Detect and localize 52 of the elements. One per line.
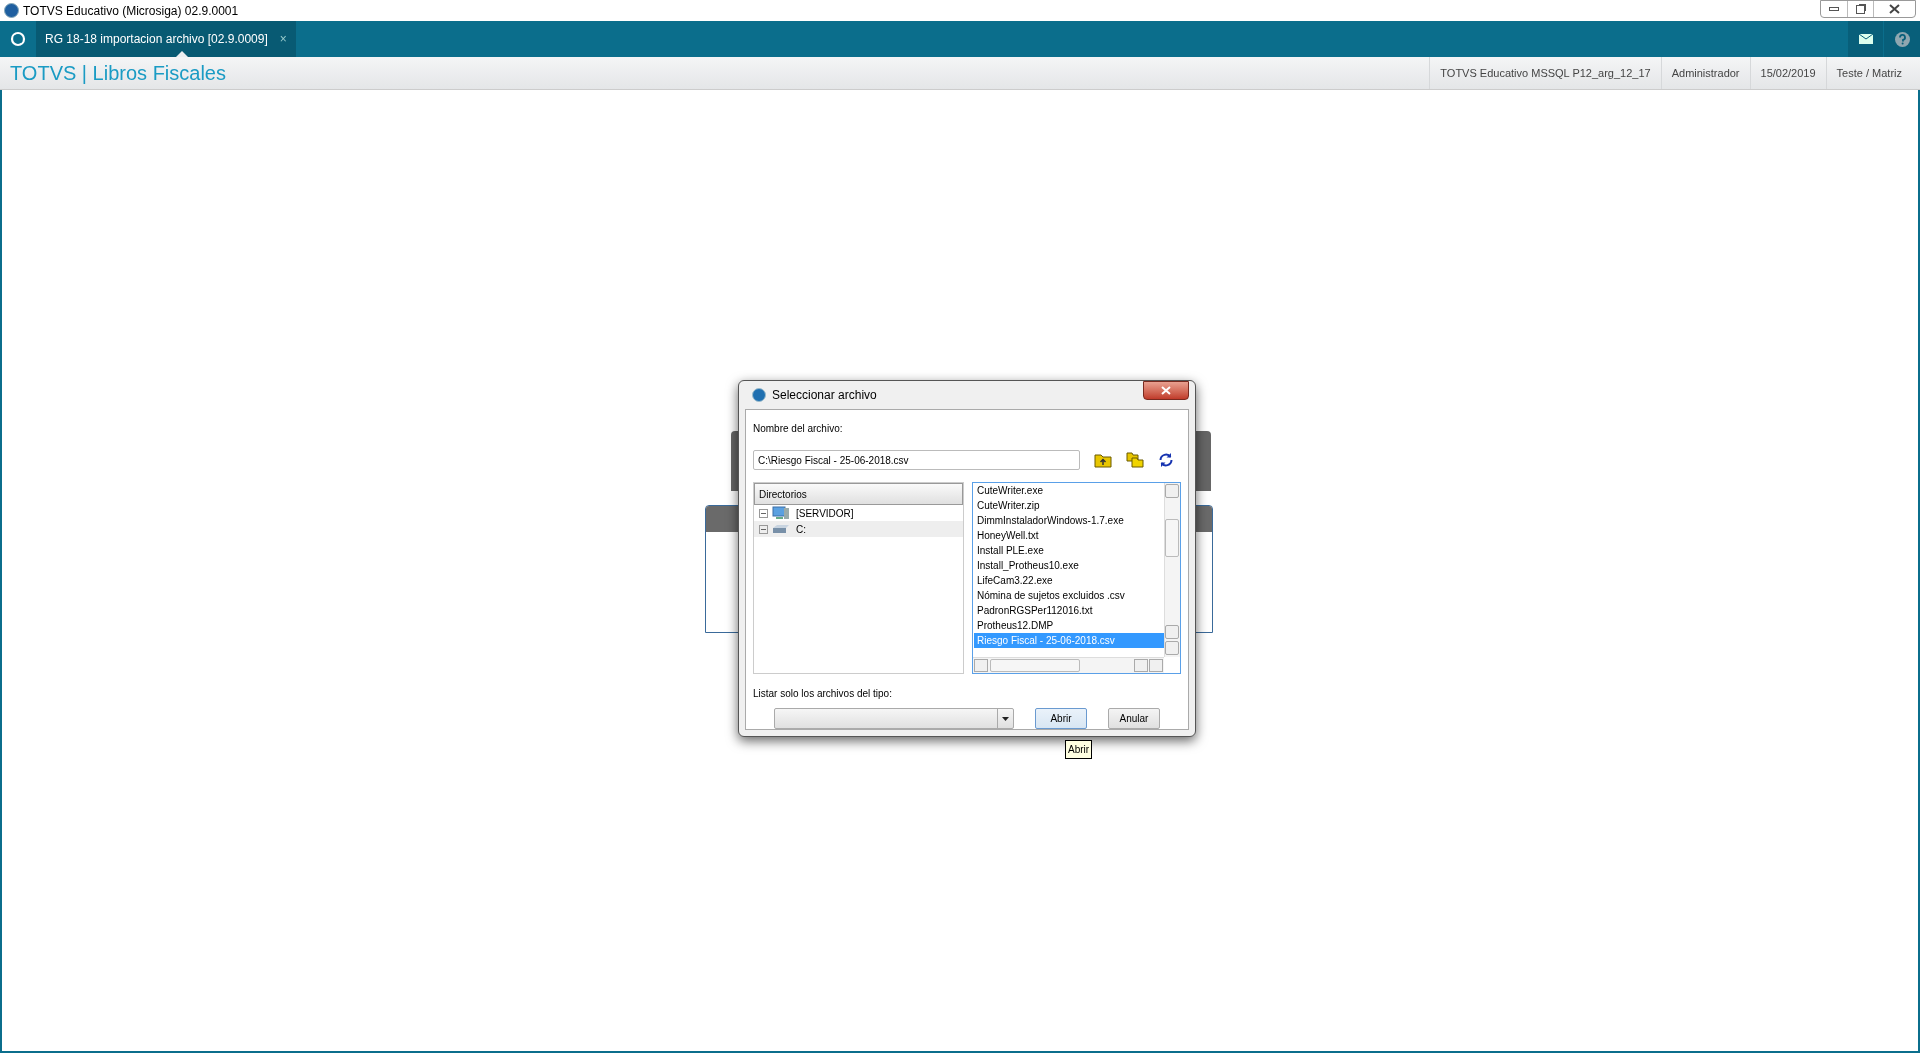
close-icon — [1161, 386, 1171, 395]
file-name-label: Nombre del archivo: — [753, 422, 844, 436]
tree-label: C: — [796, 522, 806, 537]
module-tab[interactable]: RG 18-18 importacion archivo [02.9.0009] × — [36, 21, 296, 57]
tab-label: RG 18-18 importacion archivo [02.9.0009] — [45, 31, 268, 48]
drive-icon — [772, 524, 790, 534]
tree-header: Directorios — [754, 483, 963, 505]
caret-icon — [1002, 716, 1009, 721]
header-info-text: 15/02/2019 — [1749, 57, 1826, 89]
computer-icon — [772, 506, 790, 520]
dialog-close-button[interactable] — [1143, 381, 1189, 400]
vertical-scrollbar[interactable] — [1164, 483, 1180, 657]
file-item[interactable]: DimmInstaladorWindows-1.7.exe — [974, 513, 1164, 528]
refresh-logo-icon — [10, 31, 26, 47]
header-info-text: TOTVS Educativo MSSQL P12_arg_12_17 — [1429, 57, 1661, 89]
window-title: TOTVS Educativo (Microsiga) 02.9.0001 — [23, 2, 239, 20]
tooltip: Abrir — [1065, 740, 1093, 759]
file-item[interactable]: Install_Protheus10.exe — [974, 558, 1164, 573]
horizontal-scrollbar[interactable] — [973, 657, 1164, 673]
file-name-field[interactable]: C:\Riesgo Fiscal - 25-06-2018.csv — [753, 450, 1080, 470]
file-item[interactable]: PadronRGSPer112016.txt — [974, 603, 1164, 618]
file-item[interactable]: HoneyWell.txt — [974, 528, 1164, 543]
file-item[interactable]: CuteWriter.exe — [974, 483, 1164, 498]
module-title: TOTVS | Libros Fiscales — [9, 61, 226, 86]
dialog-title: Seleccionar archivo — [772, 387, 877, 404]
tab-close-button[interactable]: × — [279, 30, 287, 48]
minimize-icon — [1829, 7, 1839, 11]
tree-label: [SERVIDOR] — [796, 506, 854, 521]
dialog-button[interactable]: Abrir — [1035, 708, 1087, 729]
close-icon — [1889, 4, 1900, 14]
file-item[interactable]: Protheus12.DMP — [974, 618, 1164, 633]
expand-icon[interactable] — [759, 524, 768, 534]
tree-item[interactable]: C: — [754, 521, 963, 537]
envelope-icon — [1858, 34, 1873, 44]
expand-icon[interactable] — [759, 508, 768, 518]
file-item[interactable]: CuteWriter.zip — [974, 498, 1164, 513]
dialog-button[interactable]: Anular — [1108, 708, 1160, 729]
folder-up-icon[interactable] — [1094, 452, 1112, 468]
tree-item[interactable]: [SERVIDOR] — [754, 505, 963, 521]
file-item[interactable]: Nómina de sujetos excluidos .csv — [974, 588, 1164, 603]
header-info-text: Administrador — [1660, 57, 1750, 89]
file-type-label: Listar solo los archivos del tipo: — [753, 687, 893, 701]
mail-button[interactable] — [1848, 21, 1884, 57]
dialog-logo-icon — [752, 388, 766, 402]
app-logo-icon — [4, 3, 19, 18]
refresh-icon[interactable] — [1158, 452, 1174, 468]
file-item[interactable]: Install PLE.exe — [974, 543, 1164, 558]
help-icon — [1894, 31, 1910, 47]
file-item[interactable]: LifeCam3.22.exe — [974, 573, 1164, 588]
folders-icon[interactable] — [1126, 452, 1144, 468]
restore-icon — [1856, 4, 1865, 14]
header-info-text: Teste / Matriz — [1825, 57, 1912, 89]
